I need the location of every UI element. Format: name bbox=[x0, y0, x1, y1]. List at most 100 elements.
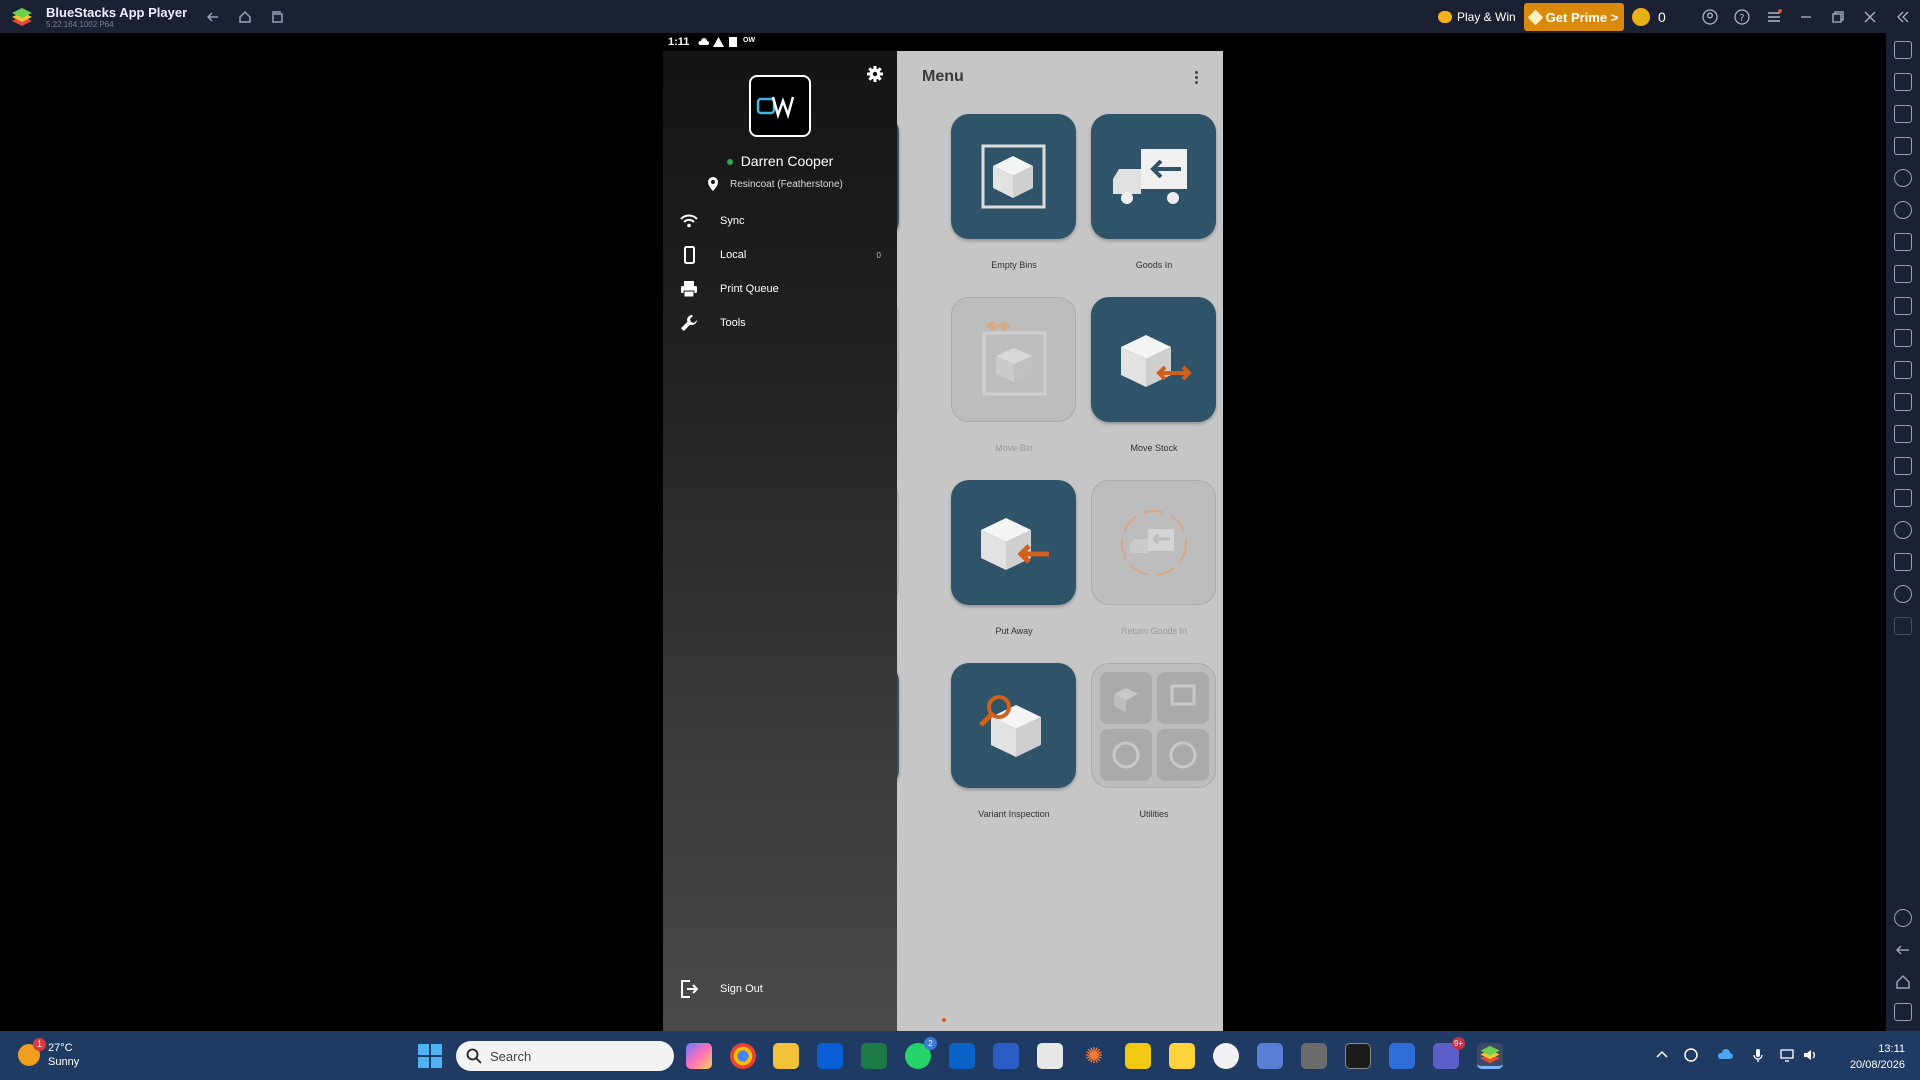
trello-icon[interactable] bbox=[817, 1043, 843, 1069]
minimize-icon[interactable] bbox=[1795, 6, 1817, 28]
tile-label-utilities: Utilities bbox=[1139, 809, 1169, 819]
restore-icon[interactable] bbox=[1827, 6, 1849, 28]
account-icon[interactable] bbox=[1699, 6, 1721, 28]
windows-taskbar: 1 27°C Sunny Search 2 ✺ 9+ 13:11 20/08/2… bbox=[0, 1031, 1920, 1080]
taskbar-search[interactable]: Search bbox=[456, 1041, 674, 1071]
tile-variant-inspection[interactable] bbox=[951, 663, 1076, 788]
word-icon[interactable] bbox=[993, 1043, 1019, 1069]
bluestacks-taskbar-icon[interactable] bbox=[1477, 1043, 1503, 1069]
android-home-icon[interactable] bbox=[1894, 973, 1912, 991]
back-arrow-icon[interactable] bbox=[1894, 941, 1912, 959]
box-arrow-in-icon bbox=[981, 518, 1049, 570]
keyboard-controls-icon[interactable] bbox=[1894, 137, 1912, 155]
wifi-icon bbox=[680, 214, 698, 228]
box-in-frame-icon bbox=[981, 144, 1046, 209]
sync-icon[interactable] bbox=[1894, 201, 1912, 219]
whatsapp-icon[interactable]: 2 bbox=[905, 1037, 937, 1069]
onedrive-icon[interactable] bbox=[1717, 1047, 1733, 1063]
coin-count: 0 bbox=[1658, 9, 1666, 25]
tile-move-bin[interactable] bbox=[951, 297, 1076, 422]
tile-empty-bins[interactable] bbox=[951, 114, 1076, 239]
cloud-sync-icon bbox=[698, 38, 709, 45]
tile-move-stock[interactable] bbox=[1091, 297, 1216, 422]
install-apk-icon[interactable] bbox=[1894, 105, 1912, 123]
coin-balance[interactable]: 0 bbox=[1632, 4, 1666, 30]
record-screen-icon[interactable] bbox=[1894, 329, 1912, 347]
get-prime-button[interactable]: Get Prime > bbox=[1524, 3, 1624, 31]
calculator-icon[interactable] bbox=[1301, 1043, 1327, 1069]
user-name: Darren Cooper bbox=[663, 153, 897, 169]
chevron-up-icon[interactable] bbox=[1654, 1047, 1670, 1063]
help-icon[interactable]: ? bbox=[1731, 6, 1753, 28]
collapse-sidebar-icon[interactable] bbox=[1892, 6, 1914, 28]
teams-icon[interactable]: 9+ bbox=[1433, 1037, 1465, 1069]
power-bi-icon[interactable] bbox=[1125, 1043, 1151, 1069]
microphone-icon[interactable] bbox=[1750, 1047, 1766, 1063]
temperature: 27°C bbox=[48, 1042, 73, 1054]
network-icon[interactable] bbox=[1779, 1047, 1795, 1063]
app-notification-icon bbox=[729, 37, 737, 47]
multi-instance-icon[interactable] bbox=[1894, 361, 1912, 379]
tile-label-move-stock: Move Stock bbox=[1130, 443, 1178, 453]
whatsapp-badge: 2 bbox=[924, 1037, 937, 1050]
home-icon[interactable] bbox=[234, 6, 256, 28]
drawer-item-label: Sync bbox=[720, 215, 745, 227]
tile-goods-in[interactable] bbox=[1091, 114, 1216, 239]
volume-icon[interactable] bbox=[1802, 1047, 1818, 1063]
svg-text:?: ? bbox=[1739, 13, 1744, 24]
terminal-icon[interactable] bbox=[1345, 1043, 1371, 1069]
status-time: 1:11 bbox=[668, 36, 690, 48]
android-status-bar: 1:11 OW bbox=[663, 33, 1223, 51]
copilot-icon[interactable] bbox=[686, 1043, 712, 1069]
resize-icon[interactable] bbox=[1894, 457, 1912, 475]
claude-icon[interactable]: ✺ bbox=[1081, 1043, 1107, 1069]
close-icon[interactable] bbox=[1859, 6, 1881, 28]
ow-logo-icon bbox=[756, 96, 795, 120]
status-app-tag: OW bbox=[743, 37, 756, 44]
clock-date: 20/08/2026 bbox=[1849, 1059, 1905, 1071]
rotate-icon[interactable] bbox=[1894, 489, 1912, 507]
macro-icon[interactable] bbox=[1894, 169, 1912, 187]
tile-return-goods-in[interactable] bbox=[1091, 480, 1216, 605]
eco-mode-icon[interactable] bbox=[1894, 233, 1912, 251]
more-vert-icon[interactable] bbox=[1193, 69, 1199, 89]
sticky-notes-icon[interactable] bbox=[1169, 1043, 1195, 1069]
network-app-icon[interactable] bbox=[1389, 1043, 1415, 1069]
local-count-badge: 0 bbox=[876, 250, 881, 260]
excel-icon[interactable] bbox=[861, 1043, 887, 1069]
weather-widget[interactable]: 1 27°C Sunny bbox=[18, 1038, 79, 1069]
screenshot-icon[interactable] bbox=[1894, 297, 1912, 315]
location-icon[interactable] bbox=[1894, 521, 1912, 539]
tray-app-icon[interactable] bbox=[1683, 1047, 1699, 1063]
airplane-mode-icon[interactable] bbox=[1894, 425, 1912, 443]
recent-apps-icon[interactable] bbox=[266, 6, 288, 28]
search-icon bbox=[466, 1048, 482, 1064]
clock-time: 13:11 bbox=[1878, 1043, 1905, 1055]
tile-label-return-goods-in: Return Goods In bbox=[1120, 626, 1188, 636]
outlook-icon[interactable] bbox=[949, 1043, 975, 1069]
media-folder-icon[interactable] bbox=[1894, 393, 1912, 411]
remote-desktop-icon[interactable] bbox=[1257, 1043, 1283, 1069]
chrome-icon[interactable] bbox=[730, 1043, 756, 1069]
play-win-button[interactable]: Play & Win bbox=[1430, 4, 1524, 30]
settings-icon[interactable] bbox=[1894, 909, 1912, 927]
hamburger-menu-icon[interactable] bbox=[1763, 6, 1785, 28]
gear-icon[interactable] bbox=[866, 65, 884, 83]
speed-icon[interactable] bbox=[1894, 585, 1912, 603]
windows-start-icon[interactable] bbox=[418, 1044, 442, 1068]
android-recents-icon[interactable] bbox=[1894, 1003, 1912, 1021]
drawer-item-tools[interactable]: Tools bbox=[663, 303, 897, 343]
back-icon[interactable] bbox=[202, 6, 224, 28]
fullscreen-icon[interactable] bbox=[1894, 41, 1912, 59]
layers-icon[interactable] bbox=[1894, 553, 1912, 571]
bluestacks-logo-icon bbox=[12, 8, 32, 26]
game-controls-icon[interactable] bbox=[1894, 265, 1912, 283]
headset-app-icon[interactable] bbox=[1213, 1043, 1239, 1069]
sign-out-button[interactable]: Sign Out bbox=[663, 969, 897, 1009]
file-explorer-icon[interactable] bbox=[773, 1043, 799, 1069]
system-clock[interactable]: 13:11 20/08/2026 bbox=[1835, 1041, 1905, 1073]
volume-icon[interactable] bbox=[1894, 73, 1912, 91]
tile-utilities[interactable] bbox=[1091, 663, 1216, 788]
snipping-tool-icon[interactable] bbox=[1037, 1043, 1063, 1069]
tile-put-away[interactable] bbox=[951, 480, 1076, 605]
